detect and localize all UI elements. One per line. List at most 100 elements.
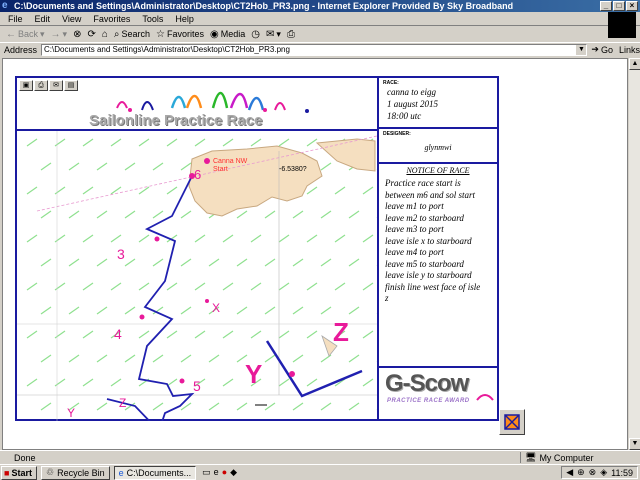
tray-app-icon[interactable]: ◈ bbox=[600, 467, 607, 478]
wind-arrow bbox=[264, 210, 276, 219]
wind-arrow bbox=[54, 282, 66, 291]
inset-y-dot bbox=[289, 371, 295, 377]
wind-arrow bbox=[82, 330, 94, 339]
wind-arrow bbox=[68, 354, 80, 363]
print-button[interactable]: ⎙ bbox=[287, 29, 295, 40]
ie-icon: e bbox=[118, 467, 124, 478]
wind-arrow bbox=[236, 402, 248, 411]
wind-arrow bbox=[278, 378, 290, 387]
home-button[interactable]: ⌂ bbox=[102, 29, 108, 40]
desktop-icon[interactable]: ▭ bbox=[202, 467, 211, 478]
status-bar: Done 🖥 My Computer bbox=[0, 450, 640, 464]
wind-arrow bbox=[40, 162, 52, 171]
wind-arrow bbox=[306, 138, 318, 147]
minimize-button[interactable]: _ bbox=[600, 1, 612, 11]
wind-arrow bbox=[222, 138, 234, 147]
address-input[interactable]: C:\Documents and Settings\Administrator\… bbox=[41, 43, 588, 56]
start-button[interactable]: ■ Start bbox=[1, 465, 37, 480]
media-button[interactable]: ◉ Media bbox=[210, 29, 245, 40]
mail-button[interactable]: ✉ ▾ bbox=[266, 29, 281, 40]
wind-arrow bbox=[278, 138, 290, 147]
menu-tools[interactable]: Tools bbox=[142, 14, 163, 24]
stop-button[interactable]: ⊗ bbox=[73, 29, 81, 40]
start-label-2: Start bbox=[213, 166, 228, 173]
ie-quick-icon[interactable]: e bbox=[214, 467, 219, 478]
printer-icon: ⎙ bbox=[286, 28, 295, 40]
home-icon: ⌂ bbox=[101, 28, 108, 40]
forward-button[interactable]: → ▾ bbox=[51, 29, 68, 40]
menu-favorites[interactable]: Favorites bbox=[93, 14, 130, 24]
taskbar-ie-window[interactable]: e C:\Documents... bbox=[113, 465, 197, 480]
wind-arrow bbox=[320, 258, 332, 267]
vertical-scrollbar[interactable]: ▲ ▼ bbox=[628, 58, 640, 450]
history-button[interactable]: ◷ bbox=[251, 29, 260, 40]
notice-line: z bbox=[385, 293, 389, 303]
wind-arrow bbox=[40, 210, 52, 219]
taskbar-recycle-bin[interactable]: ♲ Recycle Bin bbox=[41, 465, 110, 480]
wind-arrow bbox=[138, 330, 150, 339]
wind-arrow bbox=[152, 210, 164, 219]
refresh-button[interactable]: ⟳ bbox=[87, 29, 95, 40]
wind-arrow bbox=[348, 258, 360, 267]
refresh-icon: ⟳ bbox=[87, 28, 96, 40]
race-line-3: 18:00 utc bbox=[387, 111, 422, 121]
menu-help[interactable]: Help bbox=[175, 14, 194, 24]
notice-title: NOTICE OF RACE bbox=[406, 166, 470, 175]
start-label-1: Canna NW bbox=[213, 158, 248, 165]
wind-arrow bbox=[264, 258, 276, 267]
mark-5-dot bbox=[179, 378, 185, 384]
search-button[interactable]: ⌕ Search bbox=[114, 29, 150, 40]
wind-arrow bbox=[68, 210, 80, 219]
wind-arrow bbox=[110, 282, 122, 291]
menu-file[interactable]: File bbox=[8, 14, 23, 24]
volume-icon[interactable]: ◀ bbox=[566, 467, 573, 478]
address-value: C:\Documents and Settings\Administrator\… bbox=[44, 44, 290, 54]
wind-arrow bbox=[222, 330, 234, 339]
wind-arrow bbox=[96, 306, 108, 315]
go-button[interactable]: ➔ Go bbox=[591, 44, 613, 55]
menu-edit[interactable]: Edit bbox=[35, 14, 51, 24]
notice-line: leave m2 to starboard bbox=[385, 212, 464, 223]
security-icon[interactable]: ⊗ bbox=[589, 467, 597, 478]
scroll-up-button[interactable]: ▲ bbox=[629, 58, 640, 70]
scroll-down-button[interactable]: ▼ bbox=[629, 438, 640, 450]
wind-arrow bbox=[68, 258, 80, 267]
wind-arrow bbox=[180, 258, 192, 267]
wind-arrow bbox=[348, 402, 360, 411]
menu-view[interactable]: View bbox=[62, 14, 81, 24]
wind-arrow bbox=[292, 402, 304, 411]
wind-arrow bbox=[166, 378, 178, 387]
wind-arrow bbox=[26, 282, 38, 291]
address-dropdown-button[interactable]: ▼ bbox=[576, 44, 587, 55]
network-icon[interactable]: ⊕ bbox=[577, 467, 585, 478]
maximize-button[interactable]: □ bbox=[613, 1, 625, 11]
wind-arrow bbox=[208, 354, 220, 363]
windows-flag-icon: ■ bbox=[4, 467, 10, 478]
wind-arrow bbox=[40, 402, 52, 411]
back-button[interactable]: ← Back ▾ bbox=[6, 29, 45, 40]
wind-arrow bbox=[152, 354, 164, 363]
expand-image-icon[interactable] bbox=[499, 409, 525, 435]
wind-arrow bbox=[124, 306, 136, 315]
notice-line: leave m1 to port bbox=[385, 201, 444, 211]
favorites-button[interactable]: ☆ Favorites bbox=[156, 29, 204, 40]
wind-arrow bbox=[236, 306, 248, 315]
wind-arrow bbox=[82, 234, 94, 243]
wind-arrow bbox=[320, 210, 332, 219]
designer-panel: DESIGNER: glynmwi bbox=[379, 129, 497, 164]
wind-arrow bbox=[320, 354, 332, 363]
taskbar: ■ Start ♲ Recycle Bin e C:\Documents... ▭ e… bbox=[0, 464, 640, 480]
mark-3-dot bbox=[154, 236, 160, 242]
wind-arrow bbox=[194, 138, 206, 147]
wind-arrow bbox=[124, 162, 136, 171]
wind-arrow bbox=[236, 258, 248, 267]
links-button[interactable]: Links bbox=[619, 45, 640, 55]
start-dot bbox=[204, 158, 210, 164]
wind-arrow bbox=[306, 378, 318, 387]
wind-arrow bbox=[138, 282, 150, 291]
app-icon[interactable]: ◆ bbox=[230, 467, 237, 478]
inset-z-label: Z bbox=[333, 317, 349, 347]
notice-line: leave isle x to starboard bbox=[385, 235, 472, 246]
media-player-icon[interactable]: ● bbox=[222, 467, 227, 478]
close-button[interactable]: × bbox=[626, 1, 638, 11]
